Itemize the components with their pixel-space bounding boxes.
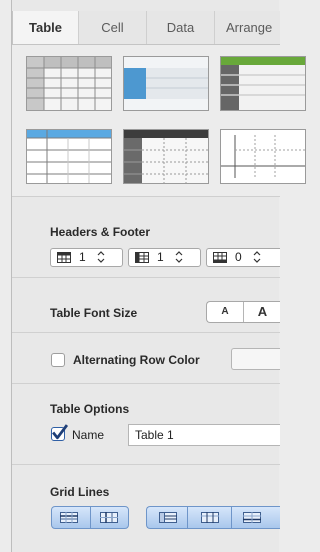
tab-arrange[interactable]: Arrange — [215, 11, 280, 44]
header-rows-stepper[interactable]: 1 — [50, 248, 123, 267]
tab-table[interactable]: Table — [12, 11, 79, 44]
decrease-font-size-button[interactable]: A — [207, 302, 244, 322]
table-style-5[interactable] — [123, 129, 209, 184]
alternating-row-label: Alternating Row Color — [73, 353, 200, 367]
table-options-section: Table Options Name Table 1 — [12, 385, 280, 465]
body-horizontal-lines-icon[interactable] — [157, 509, 179, 526]
grid-lines-section: Grid Lines — [12, 466, 280, 552]
format-inspector-panel: Table Cell Data Arrange Headers & Footer… — [11, 0, 306, 552]
table-style-6[interactable] — [220, 129, 306, 184]
table-style-4[interactable] — [26, 129, 112, 184]
tab-data[interactable]: Data — [147, 11, 215, 44]
horizontal-header-lines-icon[interactable] — [58, 509, 80, 526]
table-style-3[interactable] — [220, 56, 306, 111]
table-name-checkbox[interactable] — [51, 424, 68, 441]
footer-rows-value: 0 — [235, 250, 242, 264]
font-size-section: Table Font Size A A — [12, 279, 280, 333]
increase-font-size-button[interactable]: A — [244, 302, 281, 322]
footer-rows-stepper[interactable]: 0 — [206, 248, 280, 267]
table-styles-gallery — [12, 45, 306, 197]
alternating-row-section: Alternating Row Color — [12, 334, 280, 384]
alternating-row-checkbox[interactable] — [51, 353, 65, 367]
header-columns-icon — [135, 252, 149, 263]
table-style-2[interactable] — [123, 56, 209, 111]
alternating-row-color-well[interactable] — [231, 348, 280, 370]
footer-rows-icon — [213, 252, 227, 263]
vertical-header-lines-icon[interactable] — [98, 509, 120, 526]
footer-lines-icon[interactable] — [241, 509, 263, 526]
segment-divider — [231, 507, 232, 528]
checkmark-icon — [52, 424, 68, 440]
table-name-label: Name — [72, 428, 105, 442]
stepper-arrows-icon[interactable] — [175, 250, 183, 264]
font-size-title: Table Font Size — [50, 306, 138, 320]
header-rows-icon — [57, 252, 71, 263]
font-size-control: A A — [206, 301, 280, 323]
header-columns-value: 1 — [157, 250, 164, 264]
segment-divider — [90, 507, 91, 528]
segment-divider — [187, 507, 188, 528]
headers-footer-title: Headers & Footer — [50, 225, 151, 239]
body-vertical-lines-icon[interactable] — [199, 509, 221, 526]
header-columns-stepper[interactable]: 1 — [128, 248, 201, 267]
table-name-field[interactable]: Table 1 — [128, 424, 280, 446]
grid-lines-group-1 — [51, 506, 129, 529]
table-style-1[interactable] — [26, 56, 112, 111]
table-options-title: Table Options — [50, 402, 130, 416]
grid-lines-group-2 — [146, 506, 280, 529]
stepper-arrows-icon[interactable] — [97, 250, 105, 264]
grid-lines-title: Grid Lines — [50, 485, 110, 499]
header-rows-value: 1 — [79, 250, 86, 264]
inspector-tabs: Table Cell Data Arrange — [12, 11, 280, 45]
headers-footer-section: Headers & Footer 1 1 0 — [12, 198, 280, 278]
stepper-arrows-icon[interactable] — [253, 250, 261, 264]
tab-cell[interactable]: Cell — [79, 11, 147, 44]
